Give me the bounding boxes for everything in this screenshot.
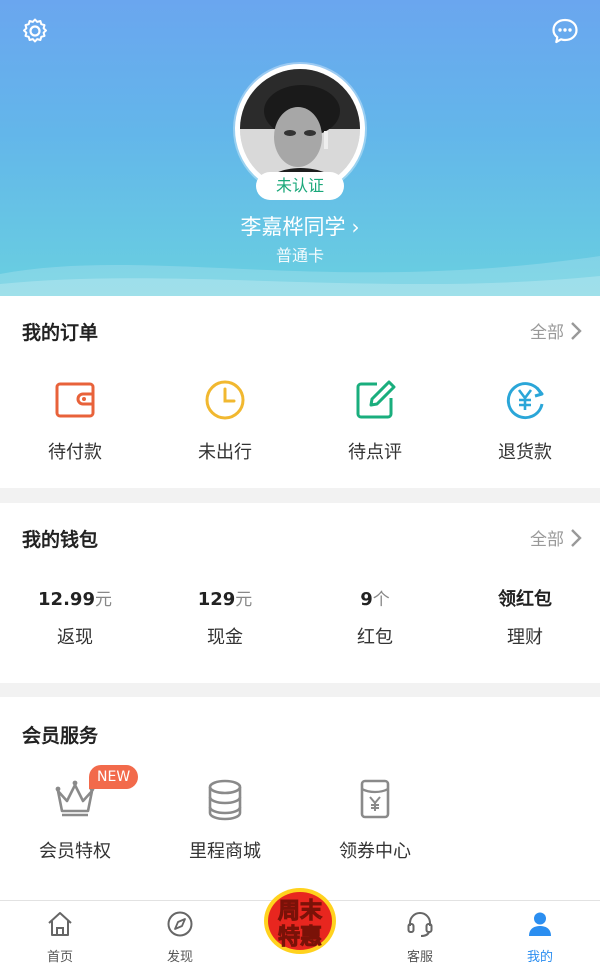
settings-gear-icon[interactable] (20, 16, 50, 46)
weekend-special-promo[interactable]: 周末 特惠 (262, 886, 338, 956)
wallet-value: 12.99元 (0, 587, 150, 613)
order-not-travelled[interactable]: 未出行 (150, 378, 300, 464)
tab-label: 发现 (166, 950, 193, 965)
member-service-label: 领券中心 (339, 841, 411, 862)
wallet-view-all-label: 全部 (530, 530, 564, 550)
order-label: 未出行 (198, 442, 252, 463)
orders-view-all-label: 全部 (530, 323, 564, 343)
compass-icon (167, 911, 193, 937)
verify-status-badge[interactable]: 未认证 (256, 172, 344, 200)
member-privileges[interactable]: NEW 会员特权 (0, 765, 150, 863)
user-icon (529, 912, 551, 936)
order-refund[interactable]: 退货款 (450, 378, 600, 464)
profile-header: 未认证 李嘉桦同学 › 普通卡 (0, 0, 600, 296)
yuan-refund-icon (506, 382, 544, 420)
chevron-right-icon (571, 321, 582, 340)
member-service-label: 里程商城 (189, 841, 261, 862)
tab-home[interactable]: 首页 (0, 901, 120, 973)
order-pending-payment[interactable]: 待付款 (0, 378, 150, 464)
wallet-label: 返现 (57, 627, 93, 648)
wallet-value: 129元 (150, 587, 300, 613)
wallet-unit: 元 (235, 590, 253, 610)
tab-label: 首页 (46, 950, 73, 965)
wallet-icon (55, 382, 95, 418)
wallet-finance[interactable]: 领红包 理财 (450, 587, 600, 649)
tab-label: 我的 (526, 950, 553, 965)
order-label: 待点评 (348, 442, 402, 463)
wallet-title: 我的钱包 (22, 529, 99, 551)
order-label: 待付款 (48, 442, 102, 463)
wallet-label: 理财 (507, 627, 543, 648)
wallet-amount: 129 (197, 589, 236, 610)
tab-discover[interactable]: 发现 (120, 901, 240, 973)
member-services-title: 会员服务 (22, 725, 99, 747)
username[interactable]: 李嘉桦同学 › (0, 212, 600, 242)
mileage-mall[interactable]: 里程商城 (150, 777, 300, 863)
order-to-review[interactable]: 待点评 (300, 378, 450, 464)
wallet-amount: 领红包 (498, 589, 552, 610)
wallet-amount: 9 (360, 589, 373, 610)
chevron-right-icon: › (351, 215, 360, 239)
tab-label: 客服 (406, 950, 433, 965)
coins-icon (208, 779, 242, 821)
orders-panel: 我的订单 全部 待付款 未出行 待点评 退货款 (0, 296, 600, 488)
wallet-label: 现金 (207, 627, 243, 648)
wallet-view-all-link[interactable]: 全部 (530, 525, 582, 550)
wallet-unit: 元 (94, 590, 112, 610)
edit-icon (356, 380, 396, 419)
member-service-label: 会员特权 (39, 841, 111, 862)
wallet-cash[interactable]: 129元 现金 (150, 587, 300, 649)
message-bubble-icon[interactable] (550, 16, 580, 46)
chevron-right-icon (571, 528, 582, 547)
wallet-label: 红包 (357, 627, 393, 648)
order-label: 退货款 (498, 442, 552, 463)
wallet-value: 9个 (300, 587, 450, 613)
wallet-red-packet[interactable]: 9个 红包 (300, 587, 450, 649)
promo-line2: 特惠 (278, 924, 322, 950)
orders-view-all-link[interactable]: 全部 (530, 318, 582, 343)
coupon-center[interactable]: 领券中心 (300, 777, 450, 863)
home-icon (48, 912, 72, 936)
clock-icon (205, 380, 245, 420)
wallet-unit: 个 (372, 590, 390, 610)
wallet-amount: 12.99 (38, 589, 95, 610)
promo-line1: 周末 (278, 899, 323, 924)
wallet-cashback[interactable]: 12.99元 返现 (0, 587, 150, 649)
member-card-level: 普通卡 (275, 246, 324, 265)
coupon-icon (360, 779, 390, 819)
avatar (240, 69, 360, 189)
tab-customer-service[interactable]: 客服 (360, 901, 480, 973)
orders-title: 我的订单 (22, 322, 99, 344)
tab-mine[interactable]: 我的 (480, 901, 600, 973)
wallet-panel: 我的钱包 全部 12.99元 返现 129元 现金 9个 红包 领红包 理财 (0, 503, 600, 683)
headset-icon (407, 912, 433, 937)
member-services-panel: 会员服务 NEW 会员特权 里程商城 领券中心 (0, 697, 600, 900)
new-badge: NEW (89, 765, 139, 789)
wallet-value: 领红包 (450, 587, 600, 613)
username-text: 李嘉桦同学 (240, 215, 346, 239)
